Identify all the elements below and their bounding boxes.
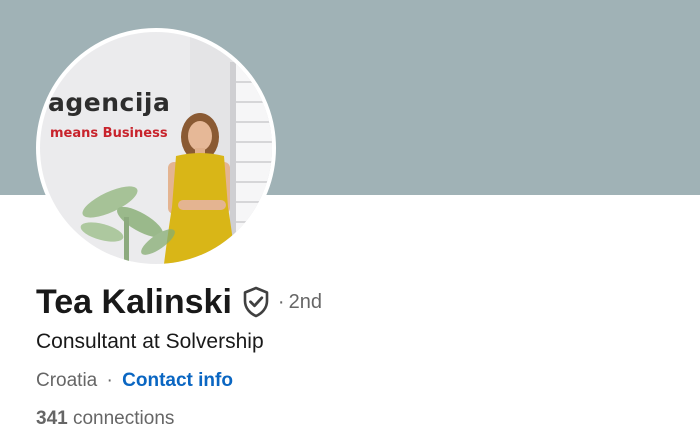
- profile-name: Tea Kalinski: [36, 283, 232, 321]
- profile-avatar[interactable]: agencija means Business: [36, 28, 276, 268]
- avatar-photo: [40, 32, 272, 264]
- photo-tagline: means Business: [50, 126, 168, 141]
- profile-location: Croatia: [36, 370, 98, 391]
- connections-link[interactable]: 341 connections: [36, 404, 174, 434]
- contact-info-link[interactable]: Contact info: [122, 370, 233, 391]
- degree-separator: ·: [277, 290, 285, 313]
- name-row: Tea Kalinski · 2nd: [36, 280, 322, 324]
- profile-headline: Consultant at Solvership: [36, 330, 264, 353]
- shield-check-icon[interactable]: [242, 286, 270, 318]
- photo-wordmark: agencija: [48, 88, 171, 117]
- connections-count: 341: [36, 408, 68, 429]
- location-separator: ·: [106, 370, 113, 391]
- connections-label: connections: [72, 408, 175, 429]
- profile-card: agencija means Business Tea Kalinski · 2…: [0, 0, 700, 440]
- connection-degree: 2nd: [288, 290, 322, 313]
- location-row: Croatia · Contact info: [36, 366, 233, 396]
